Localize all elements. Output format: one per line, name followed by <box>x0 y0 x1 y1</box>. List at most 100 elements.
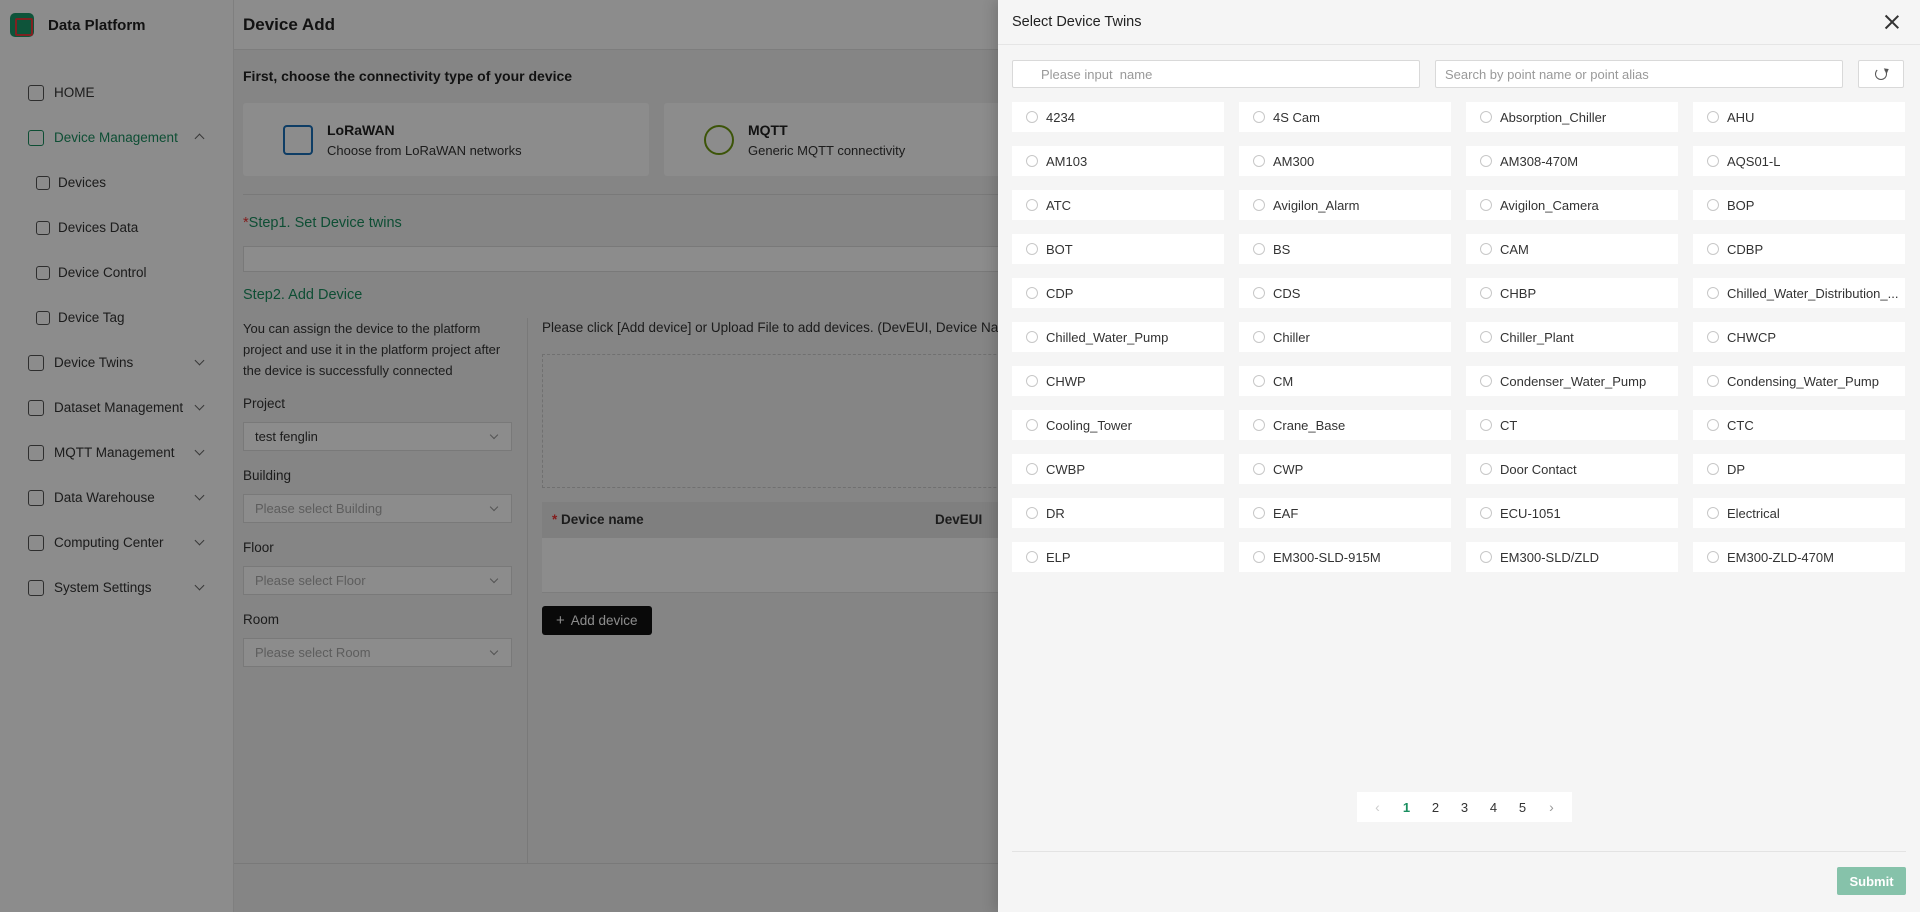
pagination-page[interactable]: 4 <box>1479 800 1508 815</box>
pagination-page[interactable]: 2 <box>1421 800 1450 815</box>
radio-icon[interactable] <box>1026 111 1038 123</box>
refresh-button[interactable] <box>1858 60 1904 88</box>
device-twin-option[interactable]: Electrical <box>1693 498 1905 528</box>
device-twin-option[interactable]: AQS01-L <box>1693 146 1905 176</box>
radio-icon[interactable] <box>1707 463 1719 475</box>
radio-icon[interactable] <box>1253 287 1265 299</box>
radio-icon[interactable] <box>1480 375 1492 387</box>
radio-icon[interactable] <box>1026 463 1038 475</box>
device-twin-option[interactable]: Condenser_Water_Pump <box>1466 366 1678 396</box>
device-twin-option[interactable]: CAM <box>1466 234 1678 264</box>
radio-icon[interactable] <box>1707 243 1719 255</box>
device-twin-option[interactable]: CDP <box>1012 278 1224 308</box>
device-twin-option[interactable]: 4S Cam <box>1239 102 1451 132</box>
radio-icon[interactable] <box>1707 375 1719 387</box>
device-twin-option[interactable]: BOP <box>1693 190 1905 220</box>
device-twin-option[interactable]: DR <box>1012 498 1224 528</box>
radio-icon[interactable] <box>1026 287 1038 299</box>
radio-icon[interactable] <box>1707 111 1719 123</box>
radio-icon[interactable] <box>1026 199 1038 211</box>
device-twin-option[interactable]: ELP <box>1012 542 1224 572</box>
pagination-page[interactable]: 3 <box>1450 800 1479 815</box>
device-twin-option[interactable]: Condensing_Water_Pump <box>1693 366 1905 396</box>
radio-icon[interactable] <box>1707 287 1719 299</box>
pagination-prev[interactable]: ‹ <box>1363 799 1392 815</box>
radio-icon[interactable] <box>1253 419 1265 431</box>
device-twin-option[interactable]: AM300 <box>1239 146 1451 176</box>
name-search-input[interactable] <box>1012 60 1420 88</box>
device-twin-option[interactable]: CHWCP <box>1693 322 1905 352</box>
device-twin-option[interactable]: ECU-1051 <box>1466 498 1678 528</box>
device-twin-option[interactable]: EM300-ZLD-470M <box>1693 542 1905 572</box>
device-twin-option[interactable]: AM308-470M <box>1466 146 1678 176</box>
device-twin-option[interactable]: BS <box>1239 234 1451 264</box>
device-twin-option[interactable]: CWBP <box>1012 454 1224 484</box>
device-twin-option[interactable]: CM <box>1239 366 1451 396</box>
radio-icon[interactable] <box>1253 111 1265 123</box>
radio-icon[interactable] <box>1026 419 1038 431</box>
device-twin-option[interactable]: Door Contact <box>1466 454 1678 484</box>
radio-icon[interactable] <box>1026 243 1038 255</box>
radio-icon[interactable] <box>1707 507 1719 519</box>
radio-icon[interactable] <box>1253 199 1265 211</box>
radio-icon[interactable] <box>1480 331 1492 343</box>
radio-icon[interactable] <box>1707 155 1719 167</box>
pagination-next[interactable]: › <box>1537 799 1566 815</box>
radio-icon[interactable] <box>1026 331 1038 343</box>
radio-icon[interactable] <box>1480 507 1492 519</box>
device-twin-option[interactable]: CHWP <box>1012 366 1224 396</box>
radio-icon[interactable] <box>1480 287 1492 299</box>
radio-icon[interactable] <box>1253 375 1265 387</box>
radio-icon[interactable] <box>1253 155 1265 167</box>
radio-icon[interactable] <box>1026 375 1038 387</box>
submit-button[interactable]: Submit <box>1837 867 1906 895</box>
pagination-page[interactable]: 5 <box>1508 800 1537 815</box>
device-twin-option[interactable]: Chiller <box>1239 322 1451 352</box>
device-twin-option[interactable]: EAF <box>1239 498 1451 528</box>
device-twin-option[interactable]: CDBP <box>1693 234 1905 264</box>
radio-icon[interactable] <box>1707 551 1719 563</box>
device-twin-option[interactable]: CHBP <box>1466 278 1678 308</box>
radio-icon[interactable] <box>1026 507 1038 519</box>
radio-icon[interactable] <box>1026 155 1038 167</box>
radio-icon[interactable] <box>1707 331 1719 343</box>
radio-icon[interactable] <box>1253 331 1265 343</box>
device-twin-option[interactable]: EM300-SLD/ZLD <box>1466 542 1678 572</box>
device-twin-option[interactable]: CTC <box>1693 410 1905 440</box>
device-twin-option[interactable]: Chilled_Water_Pump <box>1012 322 1224 352</box>
radio-icon[interactable] <box>1480 243 1492 255</box>
pagination-page[interactable]: 1 <box>1392 800 1421 815</box>
radio-icon[interactable] <box>1253 551 1265 563</box>
radio-icon[interactable] <box>1480 111 1492 123</box>
radio-icon[interactable] <box>1480 199 1492 211</box>
radio-icon[interactable] <box>1480 463 1492 475</box>
radio-icon[interactable] <box>1707 199 1719 211</box>
radio-icon[interactable] <box>1253 243 1265 255</box>
device-twin-option[interactable]: Avigilon_Alarm <box>1239 190 1451 220</box>
radio-icon[interactable] <box>1707 419 1719 431</box>
radio-icon[interactable] <box>1026 551 1038 563</box>
device-twin-option[interactable]: Absorption_Chiller <box>1466 102 1678 132</box>
device-twin-option[interactable]: EM300-SLD-915M <box>1239 542 1451 572</box>
device-twin-option[interactable]: AHU <box>1693 102 1905 132</box>
point-search-input[interactable] <box>1435 60 1843 88</box>
radio-icon[interactable] <box>1480 551 1492 563</box>
device-twin-option[interactable]: Chilled_Water_Distribution_... <box>1693 278 1905 308</box>
device-twin-option[interactable]: Crane_Base <box>1239 410 1451 440</box>
device-twin-option[interactable]: Chiller_Plant <box>1466 322 1678 352</box>
device-twin-option[interactable]: ATC <box>1012 190 1224 220</box>
device-twin-option[interactable]: AM103 <box>1012 146 1224 176</box>
device-twin-option[interactable]: Avigilon_Camera <box>1466 190 1678 220</box>
radio-icon[interactable] <box>1480 155 1492 167</box>
radio-icon[interactable] <box>1480 419 1492 431</box>
radio-icon[interactable] <box>1253 507 1265 519</box>
device-twin-option[interactable]: CT <box>1466 410 1678 440</box>
device-twin-option[interactable]: DP <box>1693 454 1905 484</box>
device-twin-option[interactable]: BOT <box>1012 234 1224 264</box>
device-twin-option[interactable]: 4234 <box>1012 102 1224 132</box>
device-twin-option[interactable]: CWP <box>1239 454 1451 484</box>
device-twin-option[interactable]: CDS <box>1239 278 1451 308</box>
close-icon[interactable] <box>1884 14 1900 30</box>
radio-icon[interactable] <box>1253 463 1265 475</box>
device-twin-option[interactable]: Cooling_Tower <box>1012 410 1224 440</box>
